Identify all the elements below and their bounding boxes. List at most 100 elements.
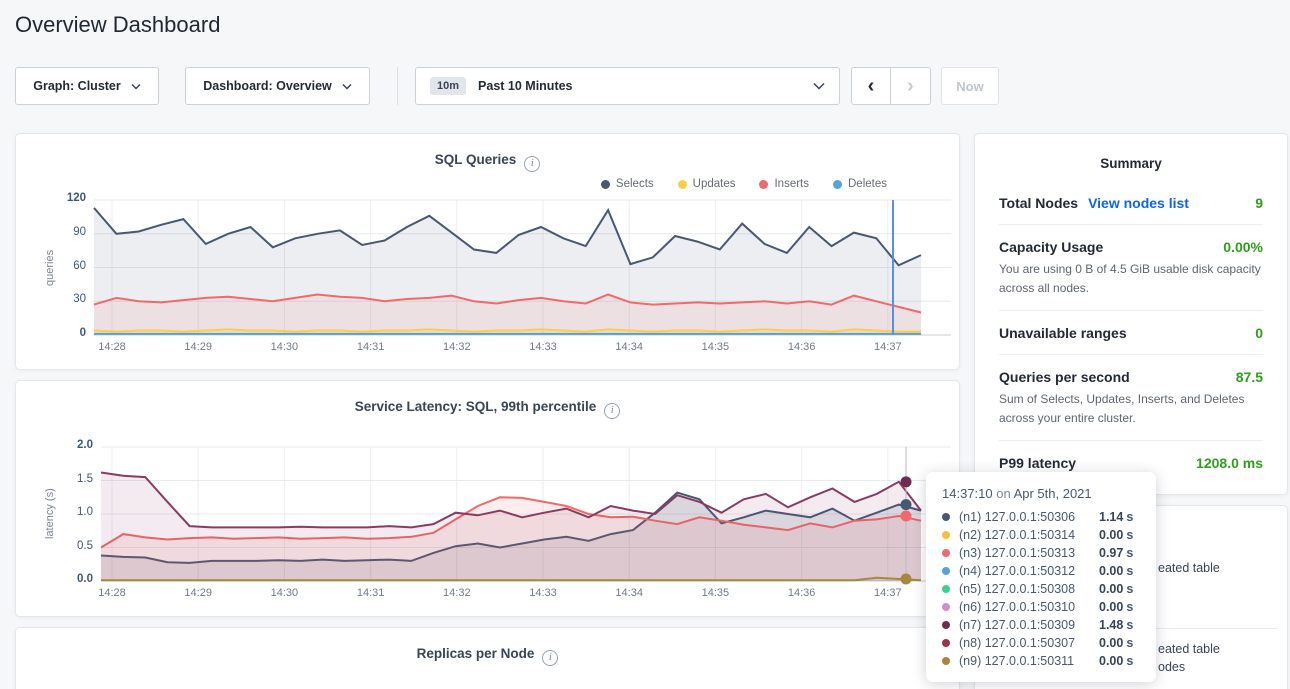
- latency-unit: s: [1126, 528, 1133, 542]
- node-address: (n6) 127.0.0.1:50310: [959, 600, 1099, 614]
- latency-unit: s: [1126, 510, 1133, 524]
- now-button[interactable]: Now: [941, 67, 999, 105]
- node-color-dot: [942, 639, 950, 647]
- x-tick-label: 14:32: [433, 341, 481, 353]
- tooltip-row: (n8) 127.0.0.1:503070.00s: [942, 634, 1140, 652]
- x-tick-label: 14:35: [691, 341, 739, 353]
- page-title: Overview Dashboard: [15, 12, 220, 38]
- legend-item-inserts: Inserts: [759, 178, 809, 190]
- summary-label: P99 latency: [999, 455, 1076, 471]
- node-address: (n5) 127.0.0.1:50308: [959, 582, 1099, 596]
- event-text-fragment: eated table: [1158, 642, 1220, 656]
- previous-timespan-button[interactable]: ‹: [851, 67, 891, 105]
- chart-title: Service Latency: SQL, 99th percentile i: [16, 399, 959, 419]
- node-color-dot: [942, 531, 950, 539]
- latency-unit: s: [1126, 582, 1133, 596]
- tooltip-timestamp: 14:37:10 on Apr 5th, 2021: [942, 486, 1140, 501]
- y-tick-label: 30: [46, 293, 86, 305]
- x-tick-label: 14:36: [778, 587, 826, 599]
- legend-label: Updates: [693, 178, 736, 190]
- service-latency-plot-area[interactable]: [101, 447, 951, 581]
- service-latency-chart-panel: Service Latency: SQL, 99th percentilei l…: [15, 380, 960, 617]
- x-tick-label: 14:28: [88, 341, 136, 353]
- legend-label: Selects: [616, 178, 654, 190]
- summary-label: Total Nodes: [999, 195, 1078, 211]
- info-icon[interactable]: i: [542, 650, 558, 666]
- x-tick-label: 14:33: [519, 341, 567, 353]
- dashboard-dropdown[interactable]: Dashboard: Overview: [185, 67, 370, 105]
- chart-title-text: Service Latency: SQL, 99th percentile: [355, 399, 597, 414]
- legend-label: Deletes: [848, 178, 887, 190]
- y-tick-label: 0.0: [53, 573, 93, 585]
- x-tick-label: 14:36: [778, 341, 826, 353]
- tooltip-row: (n4) 127.0.0.1:503120.00s: [942, 562, 1140, 580]
- node-color-dot: [942, 603, 950, 611]
- x-tick-label: 14:29: [174, 341, 222, 353]
- tooltip-row: (n3) 127.0.0.1:503130.97s: [942, 544, 1140, 562]
- latency-unit: s: [1126, 600, 1133, 614]
- legend-dot: [759, 180, 768, 189]
- tooltip-date: Apr 5th, 2021: [1014, 486, 1092, 501]
- node-color-dot: [942, 657, 950, 665]
- x-tick-label: 14:33: [519, 587, 567, 599]
- node-latency-value: 0.97: [1099, 546, 1123, 560]
- node-latency-value: 0.00: [1099, 582, 1123, 596]
- y-tick-label: 120: [46, 192, 86, 204]
- info-icon[interactable]: i: [524, 156, 540, 172]
- summary-value: 9: [1255, 195, 1263, 211]
- info-icon[interactable]: i: [604, 403, 620, 419]
- node-address: (n9) 127.0.0.1:50311: [959, 654, 1099, 668]
- node-latency-value: 0.00: [1099, 654, 1123, 668]
- latency-unit: s: [1126, 564, 1133, 578]
- sql-queries-plot-area[interactable]: [94, 200, 951, 335]
- summary-panel: Summary Total Nodes View nodes list 9 Ca…: [974, 133, 1288, 495]
- chart-legend: Selects Updates Inserts Deletes: [601, 178, 887, 190]
- y-tick-label: 1.0: [53, 506, 93, 518]
- tooltip-row: (n5) 127.0.0.1:503080.00s: [942, 580, 1140, 598]
- summary-label: Capacity Usage: [999, 239, 1103, 255]
- x-tick-label: 14:30: [260, 587, 308, 599]
- x-tick-label: 14:29: [174, 587, 222, 599]
- node-color-dot: [942, 567, 950, 575]
- summary-description: You are using 0 B of 4.5 GiB usable disk…: [999, 260, 1263, 297]
- latency-unit: s: [1126, 618, 1133, 632]
- x-tick-label: 14:37: [864, 341, 912, 353]
- x-tick-label: 14:30: [260, 341, 308, 353]
- node-address: (n4) 127.0.0.1:50312: [959, 564, 1099, 578]
- summary-value: 87.5: [1236, 369, 1263, 385]
- time-step-buttons: ‹ ›: [851, 67, 931, 105]
- time-range-selector[interactable]: 10m Past 10 Minutes: [415, 67, 840, 105]
- toolbar-divider: [397, 67, 398, 105]
- node-latency-value: 0.00: [1099, 528, 1123, 542]
- summary-row-queries-per-second: Queries per second 87.5 Sum of Selects, …: [999, 354, 1263, 440]
- summary-label: Queries per second: [999, 369, 1130, 385]
- node-latency-value: 0.00: [1099, 564, 1123, 578]
- node-latency-value: 0.00: [1099, 636, 1123, 650]
- view-nodes-list-link[interactable]: View nodes list: [1088, 195, 1189, 211]
- node-address: (n2) 127.0.0.1:50314: [959, 528, 1099, 542]
- legend-item-deletes: Deletes: [833, 178, 887, 190]
- time-range-badge: 10m: [430, 77, 466, 95]
- legend-item-updates: Updates: [678, 178, 736, 190]
- tooltip-row: (n6) 127.0.0.1:503100.00s: [942, 598, 1140, 616]
- node-latency-value: 1.14: [1099, 510, 1123, 524]
- x-tick-label: 14:35: [691, 587, 739, 599]
- chart-title-text: Replicas per Node: [417, 646, 535, 661]
- next-timespan-button[interactable]: ›: [891, 67, 931, 105]
- hover-tooltip: 14:37:10 on Apr 5th, 2021 (n1) 127.0.0.1…: [926, 472, 1156, 682]
- x-tick-label: 14:31: [347, 341, 395, 353]
- chevron-down-icon: [813, 82, 825, 90]
- tooltip-time: 14:37:10: [942, 486, 993, 501]
- chart-title-text: SQL Queries: [435, 152, 517, 167]
- summary-value: 0.00%: [1223, 239, 1263, 255]
- tooltip-row: (n2) 127.0.0.1:503140.00s: [942, 526, 1140, 544]
- graph-dropdown[interactable]: Graph: Cluster: [15, 67, 159, 105]
- event-text-fragment: eated table: [1158, 561, 1220, 575]
- x-tick-label: 14:32: [433, 587, 481, 599]
- summary-row-capacity-usage: Capacity Usage 0.00% You are using 0 B o…: [999, 224, 1263, 310]
- chevron-right-icon: ›: [907, 75, 914, 98]
- chevron-left-icon: ‹: [868, 75, 875, 98]
- node-latency-value: 1.48: [1099, 618, 1123, 632]
- node-address: (n3) 127.0.0.1:50313: [959, 546, 1099, 560]
- tooltip-row: (n7) 127.0.0.1:503091.48s: [942, 616, 1140, 634]
